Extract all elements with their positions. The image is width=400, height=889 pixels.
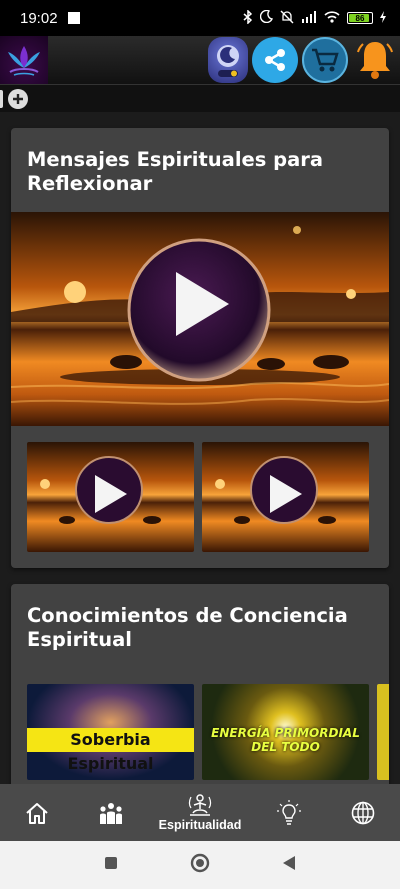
square-icon [105, 856, 117, 869]
nav-label: Espiritualidad [158, 818, 242, 832]
status-icons: 86 [243, 8, 386, 27]
nav-spirituality[interactable]: Espiritualidad [150, 793, 250, 832]
video-thumbnail-soberbia[interactable]: Soberbia Espiritual [27, 684, 194, 780]
section-title: Mensajes Espirituales para Reflexionar [27, 148, 324, 195]
night-mode-toggle[interactable] [208, 37, 248, 83]
video-thumbnails [27, 442, 369, 552]
home-system-button[interactable] [190, 853, 210, 878]
video-thumbnail[interactable] [27, 442, 194, 552]
messages-card: Mensajes Espirituales para Reflexionar [11, 128, 389, 568]
section-title: Conocimientos de Conciencia Espiritual [27, 604, 348, 651]
nav-world[interactable] [328, 800, 398, 826]
app-header [0, 36, 400, 84]
cart-button[interactable] [302, 37, 348, 83]
nav-home[interactable] [2, 800, 72, 826]
back-triangle-icon [283, 855, 295, 870]
status-bar: 19:02 86 [0, 0, 400, 36]
share-button[interactable] [252, 37, 298, 83]
video-thumbnail-energia[interactable]: ENERGÍA PRIMORDIAL DEL TODO [202, 684, 369, 780]
notifications-button[interactable] [352, 37, 398, 83]
thumbnail-title: Soberbia Espiritual [27, 728, 194, 773]
plus-icon [13, 93, 23, 104]
battery-level: 86 [355, 13, 365, 23]
battery-icon: 86 [347, 12, 373, 24]
main-content[interactable]: Mensajes Espirituales para Reflexionar C… [0, 112, 400, 784]
lightbulb-icon [277, 799, 301, 825]
community-icon [100, 802, 122, 824]
home-icon [26, 802, 48, 824]
nav-community[interactable] [76, 800, 146, 826]
app-screen: 19:02 86 Mensajes Espirituales para Refl… [0, 0, 400, 889]
video-thumbnail-partial[interactable] [377, 684, 389, 780]
add-tab-button[interactable] [8, 88, 28, 109]
bottom-nav: Espiritualidad [0, 784, 400, 841]
circle-icon [190, 853, 210, 872]
knowledge-thumbnails: Soberbia Espiritual ENERGÍA PRIMORDIAL D… [27, 684, 389, 784]
bluetooth-icon [243, 8, 253, 27]
charging-icon [380, 10, 386, 26]
lotus-logo[interactable] [0, 36, 48, 84]
bell-icon [357, 42, 393, 79]
system-nav-bar [0, 841, 400, 889]
dnd-moon-icon [259, 9, 274, 26]
tab-edge[interactable] [0, 89, 3, 108]
mute-icon [280, 10, 294, 27]
tab-strip [0, 84, 400, 112]
notification-icon [67, 12, 80, 24]
globe-icon [351, 801, 375, 824]
wifi-icon [324, 10, 340, 26]
signal-icon [301, 10, 317, 26]
recents-button[interactable] [104, 856, 118, 875]
spirituality-icon [188, 794, 212, 816]
header-actions [208, 37, 400, 83]
status-time: 19:02 [20, 9, 58, 27]
video-thumbnail[interactable] [202, 442, 369, 552]
nav-ideas[interactable] [254, 799, 324, 826]
share-icon [265, 49, 285, 71]
thumbnail-title: ENERGÍA PRIMORDIAL DEL TODO [211, 726, 360, 754]
cart-icon [312, 48, 339, 72]
main-video[interactable] [11, 212, 389, 426]
knowledge-card: Conocimientos de Conciencia Espiritual S… [11, 584, 389, 784]
back-button[interactable] [282, 855, 296, 876]
